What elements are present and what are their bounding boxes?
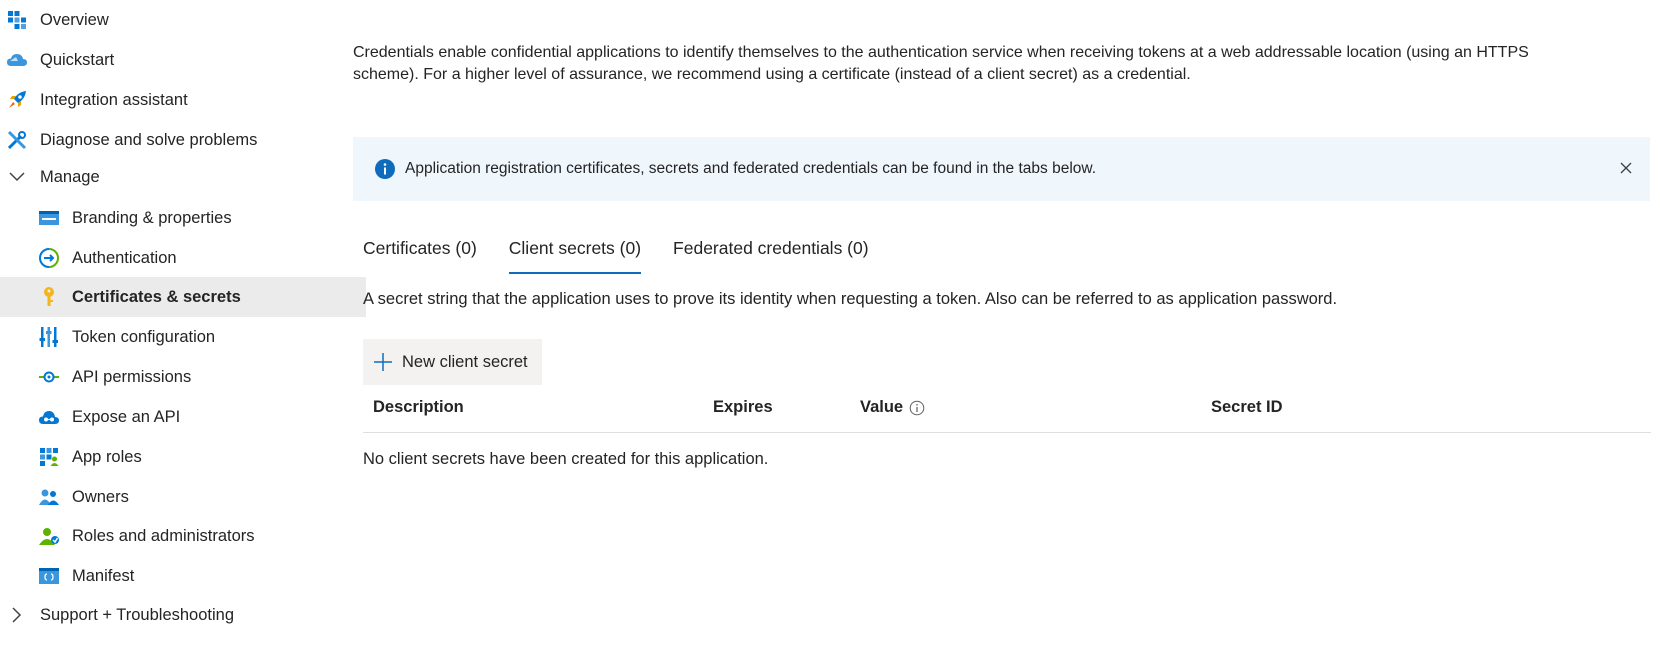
token-config-icon	[38, 326, 60, 348]
sidebar-item-label: Manifest	[72, 566, 135, 585]
sidebar-item-label: Diagnose and solve problems	[40, 130, 258, 149]
plus-icon	[373, 352, 393, 372]
sidebar-item-authentication[interactable]: Authentication	[0, 238, 366, 278]
column-description[interactable]: Description	[373, 398, 464, 417]
sidebar-item-label: Quickstart	[40, 50, 115, 69]
sidebar-item-label: Branding & properties	[72, 208, 232, 227]
new-client-secret-label: New client secret	[402, 352, 528, 371]
tab-certificates[interactable]: Certificates (0)	[363, 238, 477, 274]
tab-client-secrets[interactable]: Client secrets (0)	[508, 238, 642, 274]
chevron-down-icon	[6, 166, 28, 188]
expose-api-icon	[38, 406, 60, 428]
owners-icon	[38, 486, 60, 508]
tab-description: A secret string that the application use…	[363, 290, 1338, 308]
intro-line-1: Credentials enable confidential applicat…	[353, 44, 1529, 61]
info-outline-icon[interactable]	[909, 400, 925, 416]
sidebar: Overview Quickstart Integration assistan…	[0, 0, 366, 660]
new-client-secret-button[interactable]: New client secret	[363, 339, 542, 385]
authentication-icon	[38, 247, 60, 269]
sidebar-item-label: App roles	[72, 447, 142, 466]
empty-state-message: No client secrets have been created for …	[363, 450, 769, 468]
sidebar-item-label: Certificates & secrets	[72, 287, 241, 306]
app-roles-icon	[38, 446, 60, 468]
sidebar-item-label: Integration assistant	[40, 90, 188, 109]
intro-line-2: scheme). For a higher level of assurance…	[353, 66, 1191, 83]
api-permissions-icon	[38, 366, 60, 388]
sidebar-item-certificates-secrets[interactable]: Certificates & secrets	[0, 277, 366, 317]
sidebar-item-label: Authentication	[72, 248, 177, 267]
banner-message: Application registration certificates, s…	[405, 160, 1097, 177]
sidebar-group-manage[interactable]: Manage	[0, 157, 334, 197]
branding-icon	[38, 207, 60, 229]
sidebar-item-token-configuration[interactable]: Token configuration	[0, 317, 366, 357]
sidebar-item-label: Expose an API	[72, 407, 181, 426]
sidebar-item-label: Owners	[72, 487, 129, 506]
column-expires[interactable]: Expires	[713, 398, 773, 417]
sidebar-item-label: Token configuration	[72, 327, 216, 346]
main-content: Credentials enable confidential applicat…	[353, 0, 1660, 660]
sidebar-item-expose-api[interactable]: Expose an API	[0, 397, 366, 437]
column-value-label: Value	[860, 398, 904, 416]
manifest-icon	[38, 565, 60, 587]
sidebar-item-label: Overview	[40, 10, 109, 29]
sidebar-item-label: Support + Troubleshooting	[40, 605, 235, 624]
credential-tabs: Certificates (0) Client secrets (0) Fede…	[363, 238, 901, 274]
column-value[interactable]: Value	[860, 398, 925, 417]
sidebar-group-support[interactable]: Support + Troubleshooting	[0, 595, 334, 635]
key-icon	[38, 286, 60, 308]
sidebar-item-quickstart[interactable]: Quickstart	[0, 40, 334, 80]
intro-text: Credentials enable confidential applicat…	[353, 42, 1603, 86]
roles-admins-icon	[38, 525, 60, 547]
sidebar-item-overview[interactable]: Overview	[0, 0, 334, 40]
table-header: Description Expires Value Secret ID	[363, 392, 1651, 433]
sidebar-item-label: Roles and administrators	[72, 526, 255, 545]
chevron-right-icon	[6, 604, 28, 626]
cloud-icon	[6, 49, 28, 71]
tab-federated-credentials[interactable]: Federated credentials (0)	[673, 238, 869, 274]
close-icon[interactable]	[1616, 158, 1636, 178]
sidebar-item-diagnose[interactable]: Diagnose and solve problems	[0, 120, 334, 160]
info-icon	[374, 158, 396, 180]
rocket-icon	[6, 89, 28, 111]
sidebar-item-label: Manage	[40, 167, 100, 186]
sidebar-item-integration-assistant[interactable]: Integration assistant	[0, 80, 334, 120]
sidebar-item-owners[interactable]: Owners	[0, 477, 366, 517]
info-banner: Application registration certificates, s…	[353, 137, 1650, 201]
sidebar-item-manifest[interactable]: Manifest	[0, 556, 366, 596]
sidebar-item-app-roles[interactable]: App roles	[0, 437, 366, 477]
wrench-icon	[6, 129, 28, 151]
sidebar-item-api-permissions[interactable]: API permissions	[0, 357, 366, 397]
column-secret-id[interactable]: Secret ID	[1211, 398, 1283, 417]
sidebar-item-label: API permissions	[72, 367, 192, 386]
overview-icon	[6, 9, 28, 31]
sidebar-item-roles-administrators[interactable]: Roles and administrators	[0, 516, 366, 556]
sidebar-item-branding[interactable]: Branding & properties	[0, 198, 366, 238]
